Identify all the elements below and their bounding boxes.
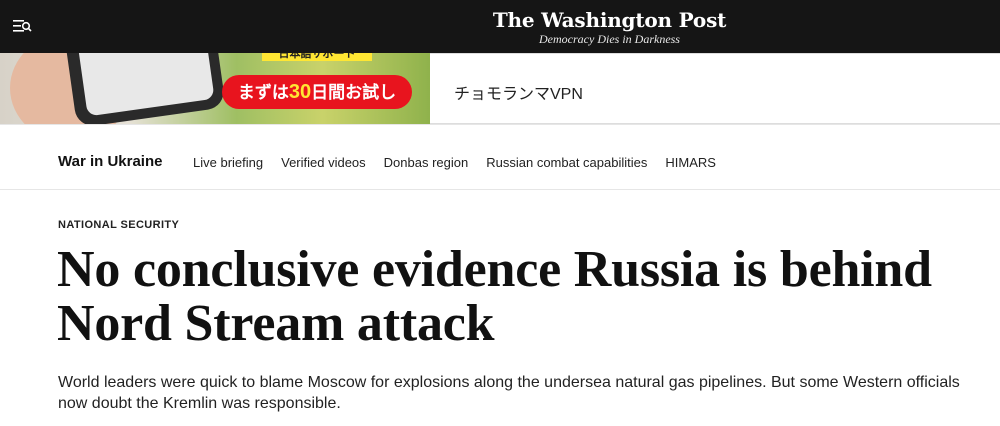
ad-trial-button[interactable]: まずは30日間お試し bbox=[222, 75, 412, 109]
ad-advertiser-panel[interactable]: チョモランマVPN bbox=[430, 53, 1000, 124]
ad-support-label: 日本語サポート bbox=[262, 53, 372, 61]
ad-cta-prefix: まずは bbox=[237, 83, 289, 102]
ad-image[interactable]: 日本語サポート まずは30日間お試し bbox=[0, 53, 430, 124]
ad-advertiser-name: チョモランマVPN bbox=[454, 86, 583, 103]
phone-icon bbox=[64, 53, 226, 124]
ad-cta-number: 30 bbox=[288, 81, 312, 103]
nav-link-donbas-region[interactable]: Donbas region bbox=[384, 155, 469, 170]
nav-section-title[interactable]: War in Ukraine bbox=[58, 153, 162, 170]
site-tagline: Democracy Dies in Darkness bbox=[539, 32, 680, 46]
article-dek: World leaders were quick to blame Moscow… bbox=[58, 374, 960, 412]
ad-cta-suffix: 日間お試し bbox=[311, 83, 397, 102]
site-logo[interactable]: The Washington Post bbox=[0, 8, 1000, 32]
topic-nav: War in Ukraine Live briefing Verified vid… bbox=[0, 124, 1000, 190]
nav-link-himars[interactable]: HIMARS bbox=[665, 155, 716, 170]
site-header: The Washington Post Democracy Dies in Da… bbox=[0, 0, 1000, 53]
nav-link-live-briefing[interactable]: Live briefing bbox=[193, 155, 263, 170]
nav-links: Live briefing Verified videos Donbas regio… bbox=[193, 155, 734, 170]
advertisement-banner[interactable]: 日本語サポート まずは30日間お試し チョモランマVPN bbox=[0, 53, 1000, 124]
nav-link-verified-videos[interactable]: Verified videos bbox=[281, 155, 366, 170]
article-kicker[interactable]: NATIONAL SECURITY bbox=[58, 219, 179, 231]
nav-link-russian-combat[interactable]: Russian combat capabilities bbox=[486, 155, 647, 170]
article-headline: No conclusive evidence Russia is behind … bbox=[57, 241, 932, 352]
